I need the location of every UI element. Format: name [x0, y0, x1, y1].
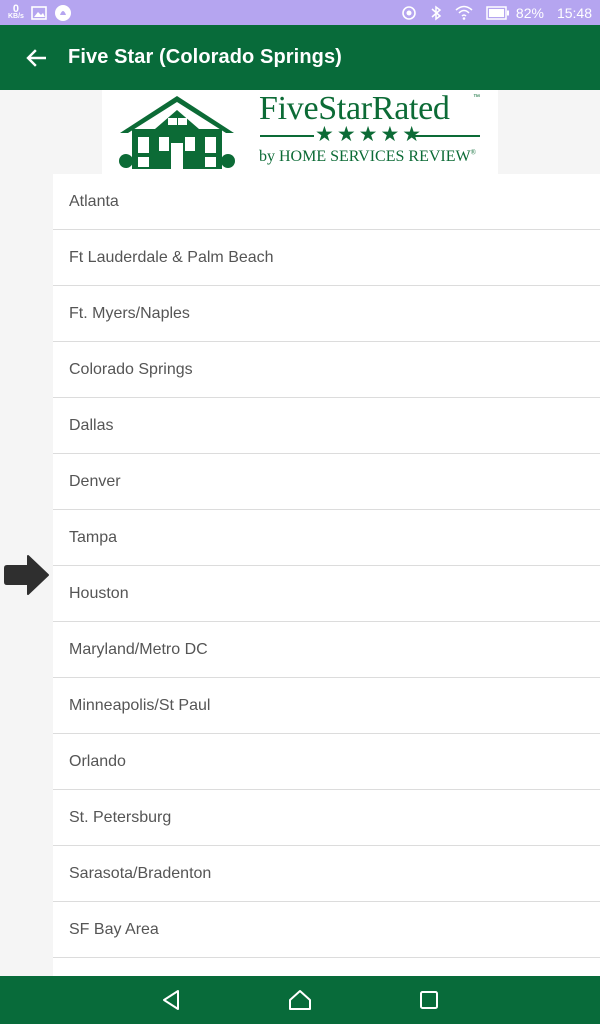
pointer-arrow-icon [4, 555, 49, 595]
brand-rule-right [414, 135, 480, 137]
back-triangle-icon [163, 990, 179, 1010]
list-item-atlanta[interactable]: Atlanta [53, 174, 600, 230]
system-navigation-bar [0, 976, 600, 1024]
gallery-icon [31, 5, 47, 20]
battery-icon [486, 5, 510, 20]
byline-prefix: by [259, 148, 279, 165]
list-item-houston[interactable]: Houston [53, 566, 600, 622]
list-item-orlando[interactable]: Orlando [53, 734, 600, 790]
list-item-dallas[interactable]: Dallas [53, 398, 600, 454]
nav-home-button[interactable] [287, 987, 313, 1013]
home-icon [289, 990, 311, 1010]
network-speed-value: 0 [12, 2, 20, 15]
list-item-partial[interactable] [53, 958, 600, 976]
list-item-sf-bay-area[interactable]: SF Bay Area [53, 902, 600, 958]
star-rating: ★★★★★ [315, 123, 425, 146]
byline-registered: ® [470, 148, 476, 157]
back-button[interactable] [26, 47, 48, 69]
app-bar: Five Star (Colorado Springs) [0, 25, 600, 90]
city-list: Atlanta Ft Lauderdale & Palm Beach Ft. M… [53, 174, 600, 976]
list-item-maryland-metro-dc[interactable]: Maryland/Metro DC [53, 622, 600, 678]
network-speed-indicator: 0 KB/s [8, 2, 24, 21]
status-bar-left: 0 KB/s [8, 2, 72, 22]
brand-trademark: ™ [473, 94, 480, 101]
status-bar: 0 KB/s 82% 15:48 [0, 0, 600, 25]
list-item-colorado-springs[interactable]: Colorado Springs [53, 342, 600, 398]
battery-group: 82% [486, 5, 544, 21]
list-item-st-petersburg[interactable]: St. Petersburg [53, 790, 600, 846]
arrow-left-icon [26, 48, 46, 67]
recents-square-icon [420, 991, 438, 1009]
notification-app-icon [54, 4, 72, 22]
nav-back-button[interactable] [158, 987, 184, 1013]
bluetooth-icon [430, 5, 442, 21]
list-item-denver[interactable]: Denver [53, 454, 600, 510]
house-logo-icon [119, 96, 235, 169]
network-speed-unit: KB/s [8, 12, 24, 20]
brand-rule-left [260, 135, 314, 137]
list-item-ft-myers-naples[interactable]: Ft. Myers/Naples [53, 286, 600, 342]
nav-recents-button[interactable] [416, 987, 442, 1013]
page-title: Five Star (Colorado Springs) [68, 46, 342, 68]
list-item-sarasota-bradenton[interactable]: Sarasota/Bradenton [53, 846, 600, 902]
status-bar-right: 82% 15:48 [401, 5, 592, 21]
list-item-tampa[interactable]: Tampa [53, 510, 600, 566]
list-item-minneapolis-st-paul[interactable]: Minneapolis/St Paul [53, 678, 600, 734]
brand-byline: by HOME SERVICES REVIEW® [259, 148, 476, 166]
byline-company: HOME SERVICES REVIEW [279, 148, 471, 165]
brand-banner: FiveStarRated ™ ★★★★★ by HOME SERVICES R… [102, 90, 498, 174]
wifi-icon [455, 5, 473, 20]
status-clock: 15:48 [556, 4, 592, 21]
list-item-ft-lauderdale-palm-beach[interactable]: Ft Lauderdale & Palm Beach [53, 230, 600, 286]
location-icon [401, 5, 417, 21]
battery-percent: 82% [515, 4, 544, 21]
